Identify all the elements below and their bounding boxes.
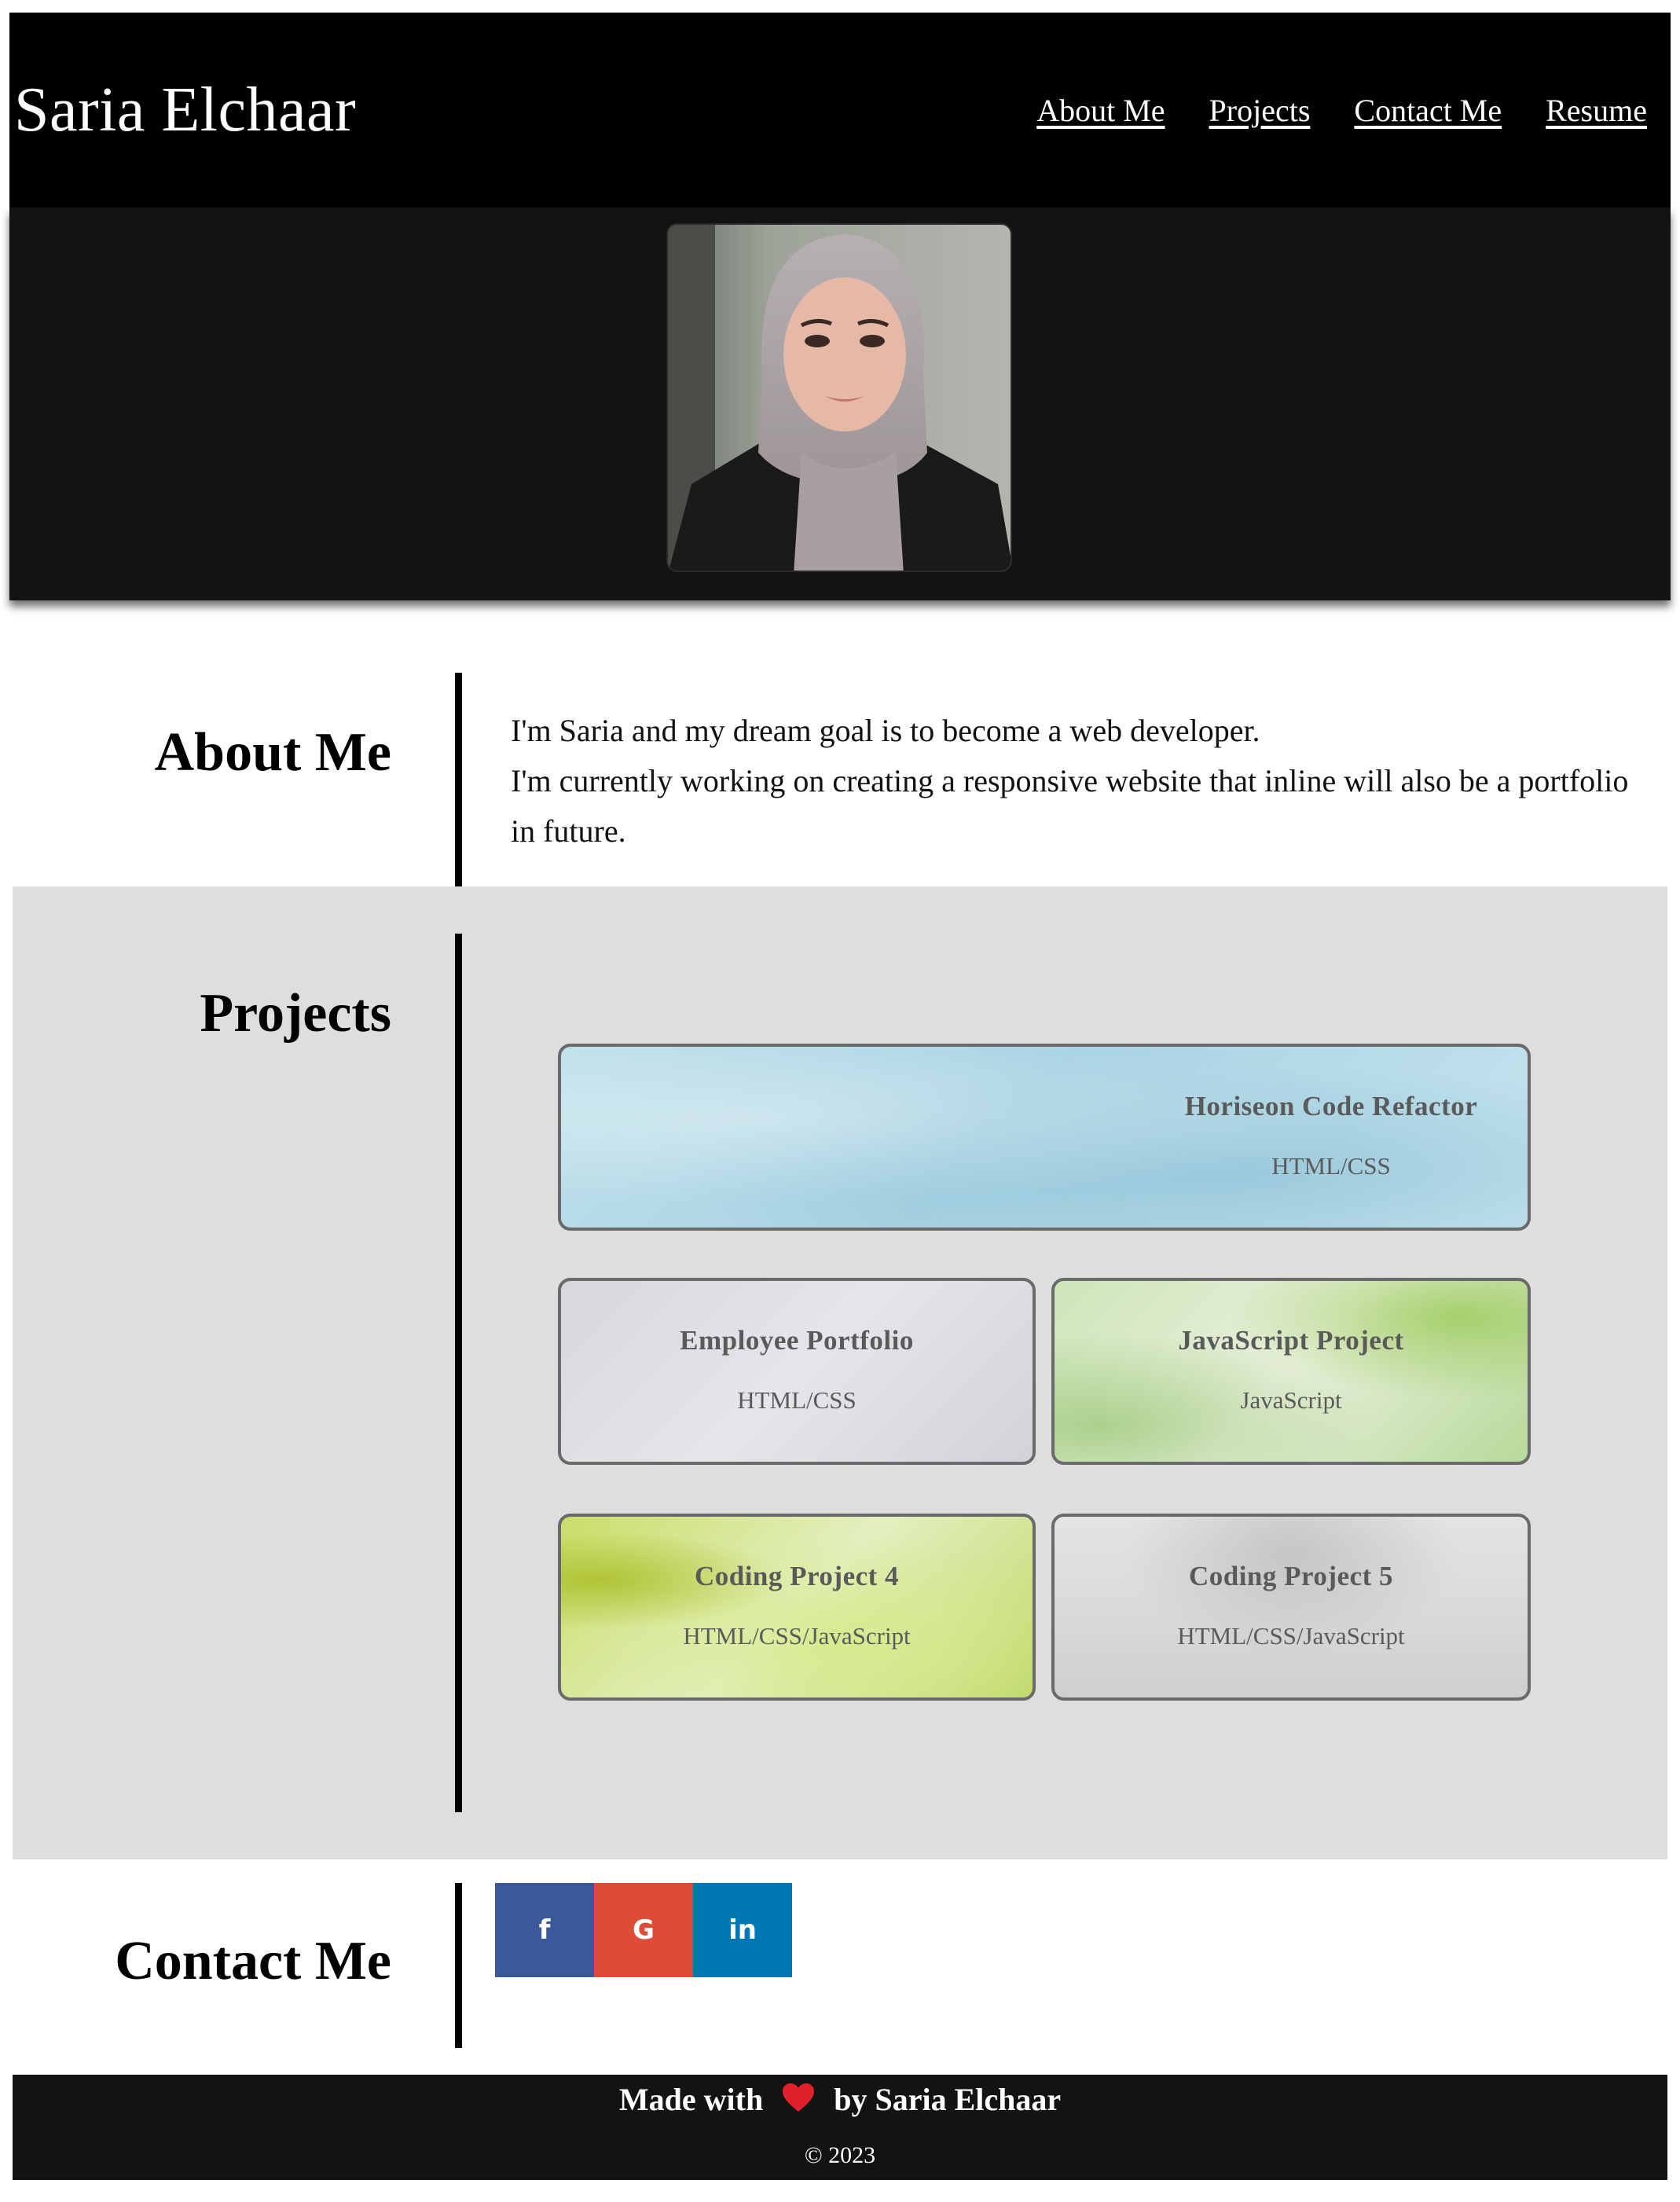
project-card-employee-portfolio[interactable]: Employee Portfolio HTML/CSS xyxy=(558,1278,1036,1465)
project-card-javascript[interactable]: JavaScript Project JavaScript xyxy=(1051,1278,1531,1465)
facebook-icon: f xyxy=(538,1914,551,1946)
project-card-tech: HTML/CSS xyxy=(737,1386,857,1414)
project-card-title: Coding Project 5 xyxy=(1188,1561,1394,1591)
project-card-title: Coding Project 4 xyxy=(694,1561,900,1591)
google-button[interactable]: G xyxy=(594,1883,693,1977)
site-title: Saria Elchaar xyxy=(14,75,357,145)
project-card-tech: HTML/CSS xyxy=(1271,1152,1391,1180)
facebook-button[interactable]: f xyxy=(495,1883,594,1977)
project-card-tech: JavaScript xyxy=(1240,1386,1342,1414)
project-card-coding-5[interactable]: Coding Project 5 HTML/CSS/JavaScript xyxy=(1051,1514,1531,1701)
about-text: I'm Saria and my dream goal is to become… xyxy=(511,706,1634,857)
linkedin-button[interactable]: in xyxy=(693,1883,792,1977)
footer-copyright: © 2023 xyxy=(804,2142,876,2168)
project-card-horiseon[interactable]: Horiseon Code Refactor HTML/CSS xyxy=(558,1044,1531,1231)
project-card-tech: HTML/CSS/JavaScript xyxy=(1177,1622,1405,1650)
nav-link-about[interactable]: About Me xyxy=(1036,92,1165,129)
project-card-title: JavaScript Project xyxy=(1178,1325,1404,1356)
footer-author: by Saria Elchaar xyxy=(834,2082,1062,2117)
contact-divider xyxy=(455,1883,462,2048)
nav-link-projects[interactable]: Projects xyxy=(1209,92,1311,129)
about-line-2: I'm currently working on creating a resp… xyxy=(511,763,1629,849)
nav-link-resume[interactable]: Resume xyxy=(1546,92,1647,129)
contact-heading: Contact Me xyxy=(115,1931,391,1991)
profile-photo xyxy=(666,223,1012,572)
about-divider xyxy=(455,673,462,886)
project-card-title: Employee Portfolio xyxy=(680,1325,914,1356)
site-footer: Made with by Saria Elchaar © 2023 xyxy=(13,2075,1667,2180)
linkedin-icon: in xyxy=(728,1914,757,1946)
about-line-1: I'm Saria and my dream goal is to become… xyxy=(511,713,1260,748)
project-card-title: Horiseon Code Refactor xyxy=(1184,1091,1478,1121)
heart-icon xyxy=(782,2083,815,2121)
about-heading: About Me xyxy=(154,722,391,783)
projects-divider xyxy=(455,934,462,1812)
main-nav: About Me Projects Contact Me Resume xyxy=(1036,92,1647,129)
footer-made-with: Made with xyxy=(618,2082,764,2117)
footer-credit: Made with by Saria Elchaar xyxy=(13,2081,1667,2121)
project-card-coding-4[interactable]: Coding Project 4 HTML/CSS/JavaScript xyxy=(558,1514,1036,1701)
project-card-tech: HTML/CSS/JavaScript xyxy=(683,1622,911,1650)
google-icon: G xyxy=(633,1914,655,1946)
hero-banner xyxy=(9,207,1671,600)
site-header: Saria Elchaar About Me Projects Contact … xyxy=(9,13,1671,207)
projects-heading: Projects xyxy=(200,983,391,1044)
nav-link-contact[interactable]: Contact Me xyxy=(1354,92,1502,129)
profile-photo-image xyxy=(668,225,1011,571)
